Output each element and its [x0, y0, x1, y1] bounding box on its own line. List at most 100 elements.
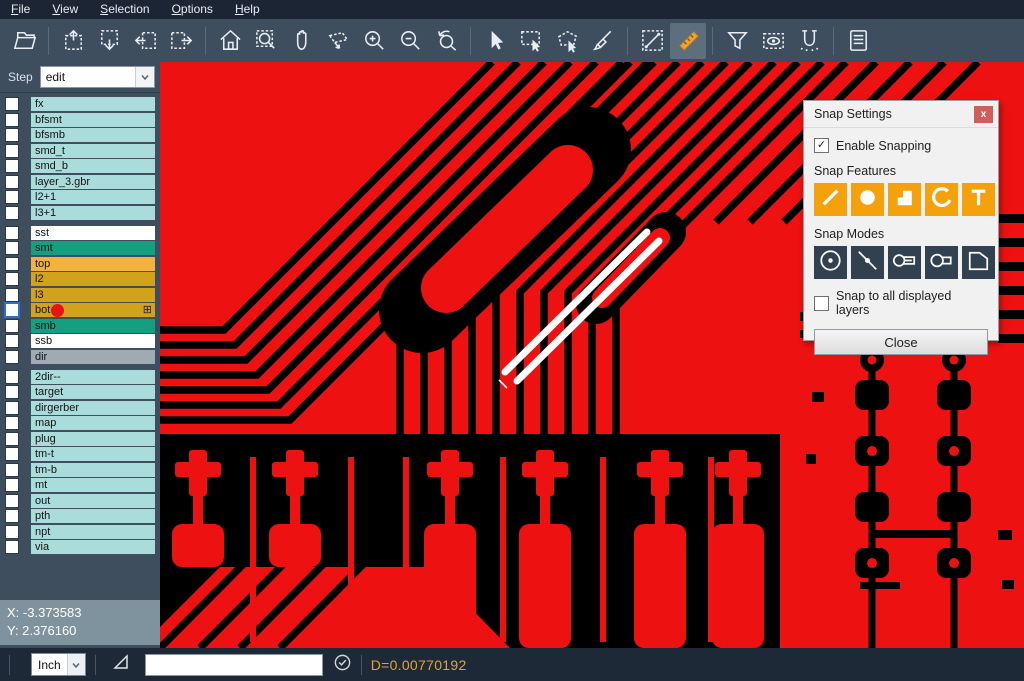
layer-label[interactable]: tm-b: [31, 463, 155, 477]
import-top-button[interactable]: [55, 23, 91, 59]
command-input[interactable]: [145, 654, 323, 676]
filter-funnel-button[interactable]: [719, 23, 755, 59]
layer-form-button[interactable]: [840, 23, 876, 59]
close-button[interactable]: Close: [814, 329, 988, 355]
layer-row-npt[interactable]: npt: [0, 525, 160, 539]
layer-label[interactable]: target: [31, 385, 155, 399]
layer-row-l2+1[interactable]: l2+1: [0, 190, 160, 204]
step-combobox[interactable]: edit: [40, 66, 155, 88]
layer-row-layer_3.gbr[interactable]: layer_3.gbr: [0, 175, 160, 189]
layer-label[interactable]: map: [31, 416, 155, 430]
layer-row-l2[interactable]: l2: [0, 272, 160, 286]
snap-all-layers-checkbox[interactable]: [814, 296, 829, 311]
layer-row-tm-t[interactable]: tm-t: [0, 447, 160, 461]
layer-row-smb[interactable]: smb: [0, 319, 160, 333]
select-rect-button[interactable]: [513, 23, 549, 59]
layer-label[interactable]: ssb: [31, 334, 155, 348]
view-window-button[interactable]: [755, 23, 791, 59]
layer-row-sst[interactable]: sst: [0, 226, 160, 240]
layer-row-bfsmt[interactable]: bfsmt: [0, 113, 160, 127]
layer-row-smd_b[interactable]: smd_b: [0, 159, 160, 173]
snap-surface-button[interactable]: [888, 183, 921, 216]
layer-checkbox[interactable]: [5, 350, 19, 364]
layer-checkbox[interactable]: [5, 319, 19, 333]
open-folder-button[interactable]: [6, 23, 42, 59]
layer-row-map[interactable]: map: [0, 416, 160, 430]
layer-label[interactable]: smb: [31, 319, 155, 333]
layer-label[interactable]: top: [31, 257, 155, 271]
layer-label[interactable]: via: [31, 540, 155, 554]
layer-checkbox[interactable]: [5, 226, 19, 240]
layer-row-mt[interactable]: mt: [0, 478, 160, 492]
layer-checkbox[interactable]: [5, 288, 19, 302]
select-arrow-button[interactable]: [477, 23, 513, 59]
menu-options[interactable]: Options: [161, 0, 224, 19]
layer-label[interactable]: dirgerber: [31, 401, 155, 415]
layer-label[interactable]: mt: [31, 478, 155, 492]
layer-checkbox[interactable]: [5, 494, 19, 508]
angle-tool-icon[interactable]: [111, 652, 131, 677]
chevron-down-icon[interactable]: [67, 654, 85, 675]
layer-label[interactable]: smd_b: [31, 159, 155, 173]
layer-checkbox[interactable]: [5, 509, 19, 523]
layer-label[interactable]: smt: [31, 241, 155, 255]
layer-row-l3+1[interactable]: l3+1: [0, 206, 160, 220]
snap-corner-button[interactable]: [962, 246, 995, 279]
layer-checkbox[interactable]: [5, 206, 19, 220]
layer-label[interactable]: bfsmt: [31, 113, 155, 127]
layer-label[interactable]: bfsmb: [31, 128, 155, 142]
layer-label[interactable]: sst: [31, 226, 155, 240]
layer-checkbox[interactable]: [5, 334, 19, 348]
apply-check-icon[interactable]: [333, 653, 352, 677]
layer-row-via[interactable]: via: [0, 540, 160, 554]
layer-checkbox[interactable]: [5, 463, 19, 477]
layer-row-top[interactable]: top: [0, 257, 160, 271]
layer-row-bot[interactable]: bot⊞: [0, 303, 160, 317]
menu-selection[interactable]: Selection: [89, 0, 160, 19]
layer-checkbox[interactable]: [5, 128, 19, 142]
layer-checkbox[interactable]: [5, 401, 19, 415]
layer-checkbox[interactable]: [5, 416, 19, 430]
layer-label[interactable]: 2dir--: [31, 370, 155, 384]
layer-checkbox[interactable]: [5, 370, 19, 384]
layer-checkbox[interactable]: [5, 257, 19, 271]
layer-row-ssb[interactable]: ssb: [0, 334, 160, 348]
layer-row-tm-b[interactable]: tm-b: [0, 463, 160, 477]
snap-arc-button[interactable]: [925, 183, 958, 216]
dialog-title-bar[interactable]: Snap Settings x: [804, 101, 998, 128]
layer-row-pth[interactable]: pth: [0, 509, 160, 523]
menu-file[interactable]: File: [0, 0, 41, 19]
pan-hand-button[interactable]: [284, 23, 320, 59]
layer-row-bfsmb[interactable]: bfsmb: [0, 128, 160, 142]
layer-row-target[interactable]: target: [0, 385, 160, 399]
layer-row-l3[interactable]: l3: [0, 288, 160, 302]
layer-checkbox[interactable]: [5, 303, 19, 317]
layer-row-2dir--[interactable]: 2dir--: [0, 370, 160, 384]
snap-center-button[interactable]: [814, 246, 847, 279]
layer-label[interactable]: dir: [31, 350, 155, 364]
chevron-down-icon[interactable]: [135, 67, 154, 87]
layer-row-out[interactable]: out: [0, 494, 160, 508]
snap-pad-button[interactable]: [851, 183, 884, 216]
snap-slot-short-button[interactable]: [925, 246, 958, 279]
layer-row-plug[interactable]: plug: [0, 432, 160, 446]
zoom-window-button[interactable]: [248, 23, 284, 59]
layer-label[interactable]: l2+1: [31, 190, 155, 204]
zoom-out-button[interactable]: [392, 23, 428, 59]
magnet-button[interactable]: [791, 23, 827, 59]
snap-online-button[interactable]: [851, 246, 884, 279]
home-button[interactable]: [212, 23, 248, 59]
layer-label[interactable]: smd_t: [31, 144, 155, 158]
layer-row-smt[interactable]: smt: [0, 241, 160, 255]
layer-row-smd_t[interactable]: smd_t: [0, 144, 160, 158]
layer-label[interactable]: out: [31, 494, 155, 508]
layer-label[interactable]: layer_3.gbr: [31, 175, 155, 189]
move-shape-button[interactable]: [320, 23, 356, 59]
layer-label[interactable]: plug: [31, 432, 155, 446]
layer-checkbox[interactable]: [5, 540, 19, 554]
layer-checkbox[interactable]: [5, 432, 19, 446]
snap-line-button[interactable]: [814, 183, 847, 216]
layer-label[interactable]: pth: [31, 509, 155, 523]
layer-label[interactable]: l3+1: [31, 206, 155, 220]
zoom-in-button[interactable]: [356, 23, 392, 59]
